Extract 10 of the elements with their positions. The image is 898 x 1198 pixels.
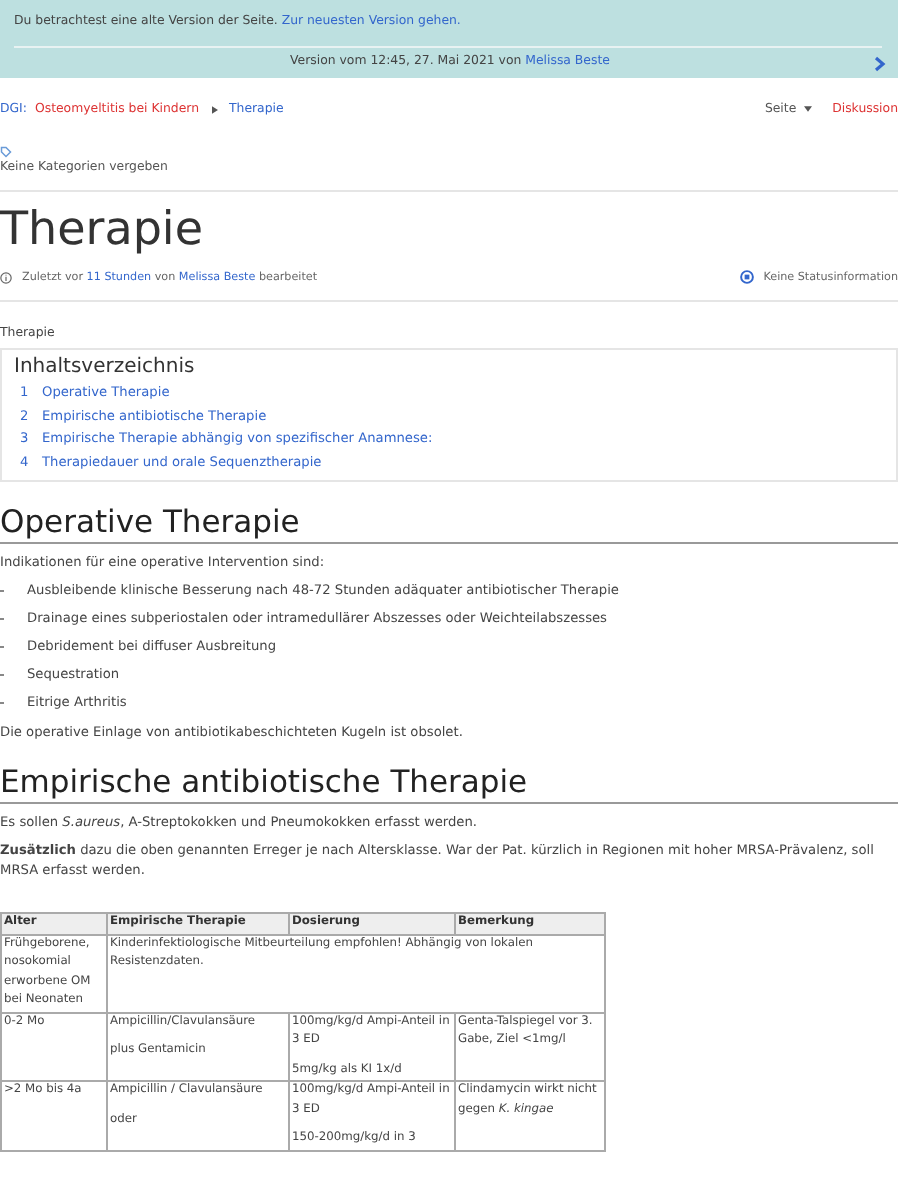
status-icon [739, 270, 754, 284]
page-title: Therapie [0, 202, 205, 258]
triangle-right-icon [211, 105, 217, 113]
section-heading: Operative Therapie [0, 504, 898, 544]
info-icon [0, 271, 12, 283]
chevron-right-icon[interactable] [874, 56, 886, 72]
tag-icon [0, 146, 12, 158]
toc-title: Inhaltsverzeichnis [14, 356, 197, 378]
caret-icon [804, 105, 813, 112]
section-heading: Empirische antibiotische Therapie [0, 764, 898, 804]
